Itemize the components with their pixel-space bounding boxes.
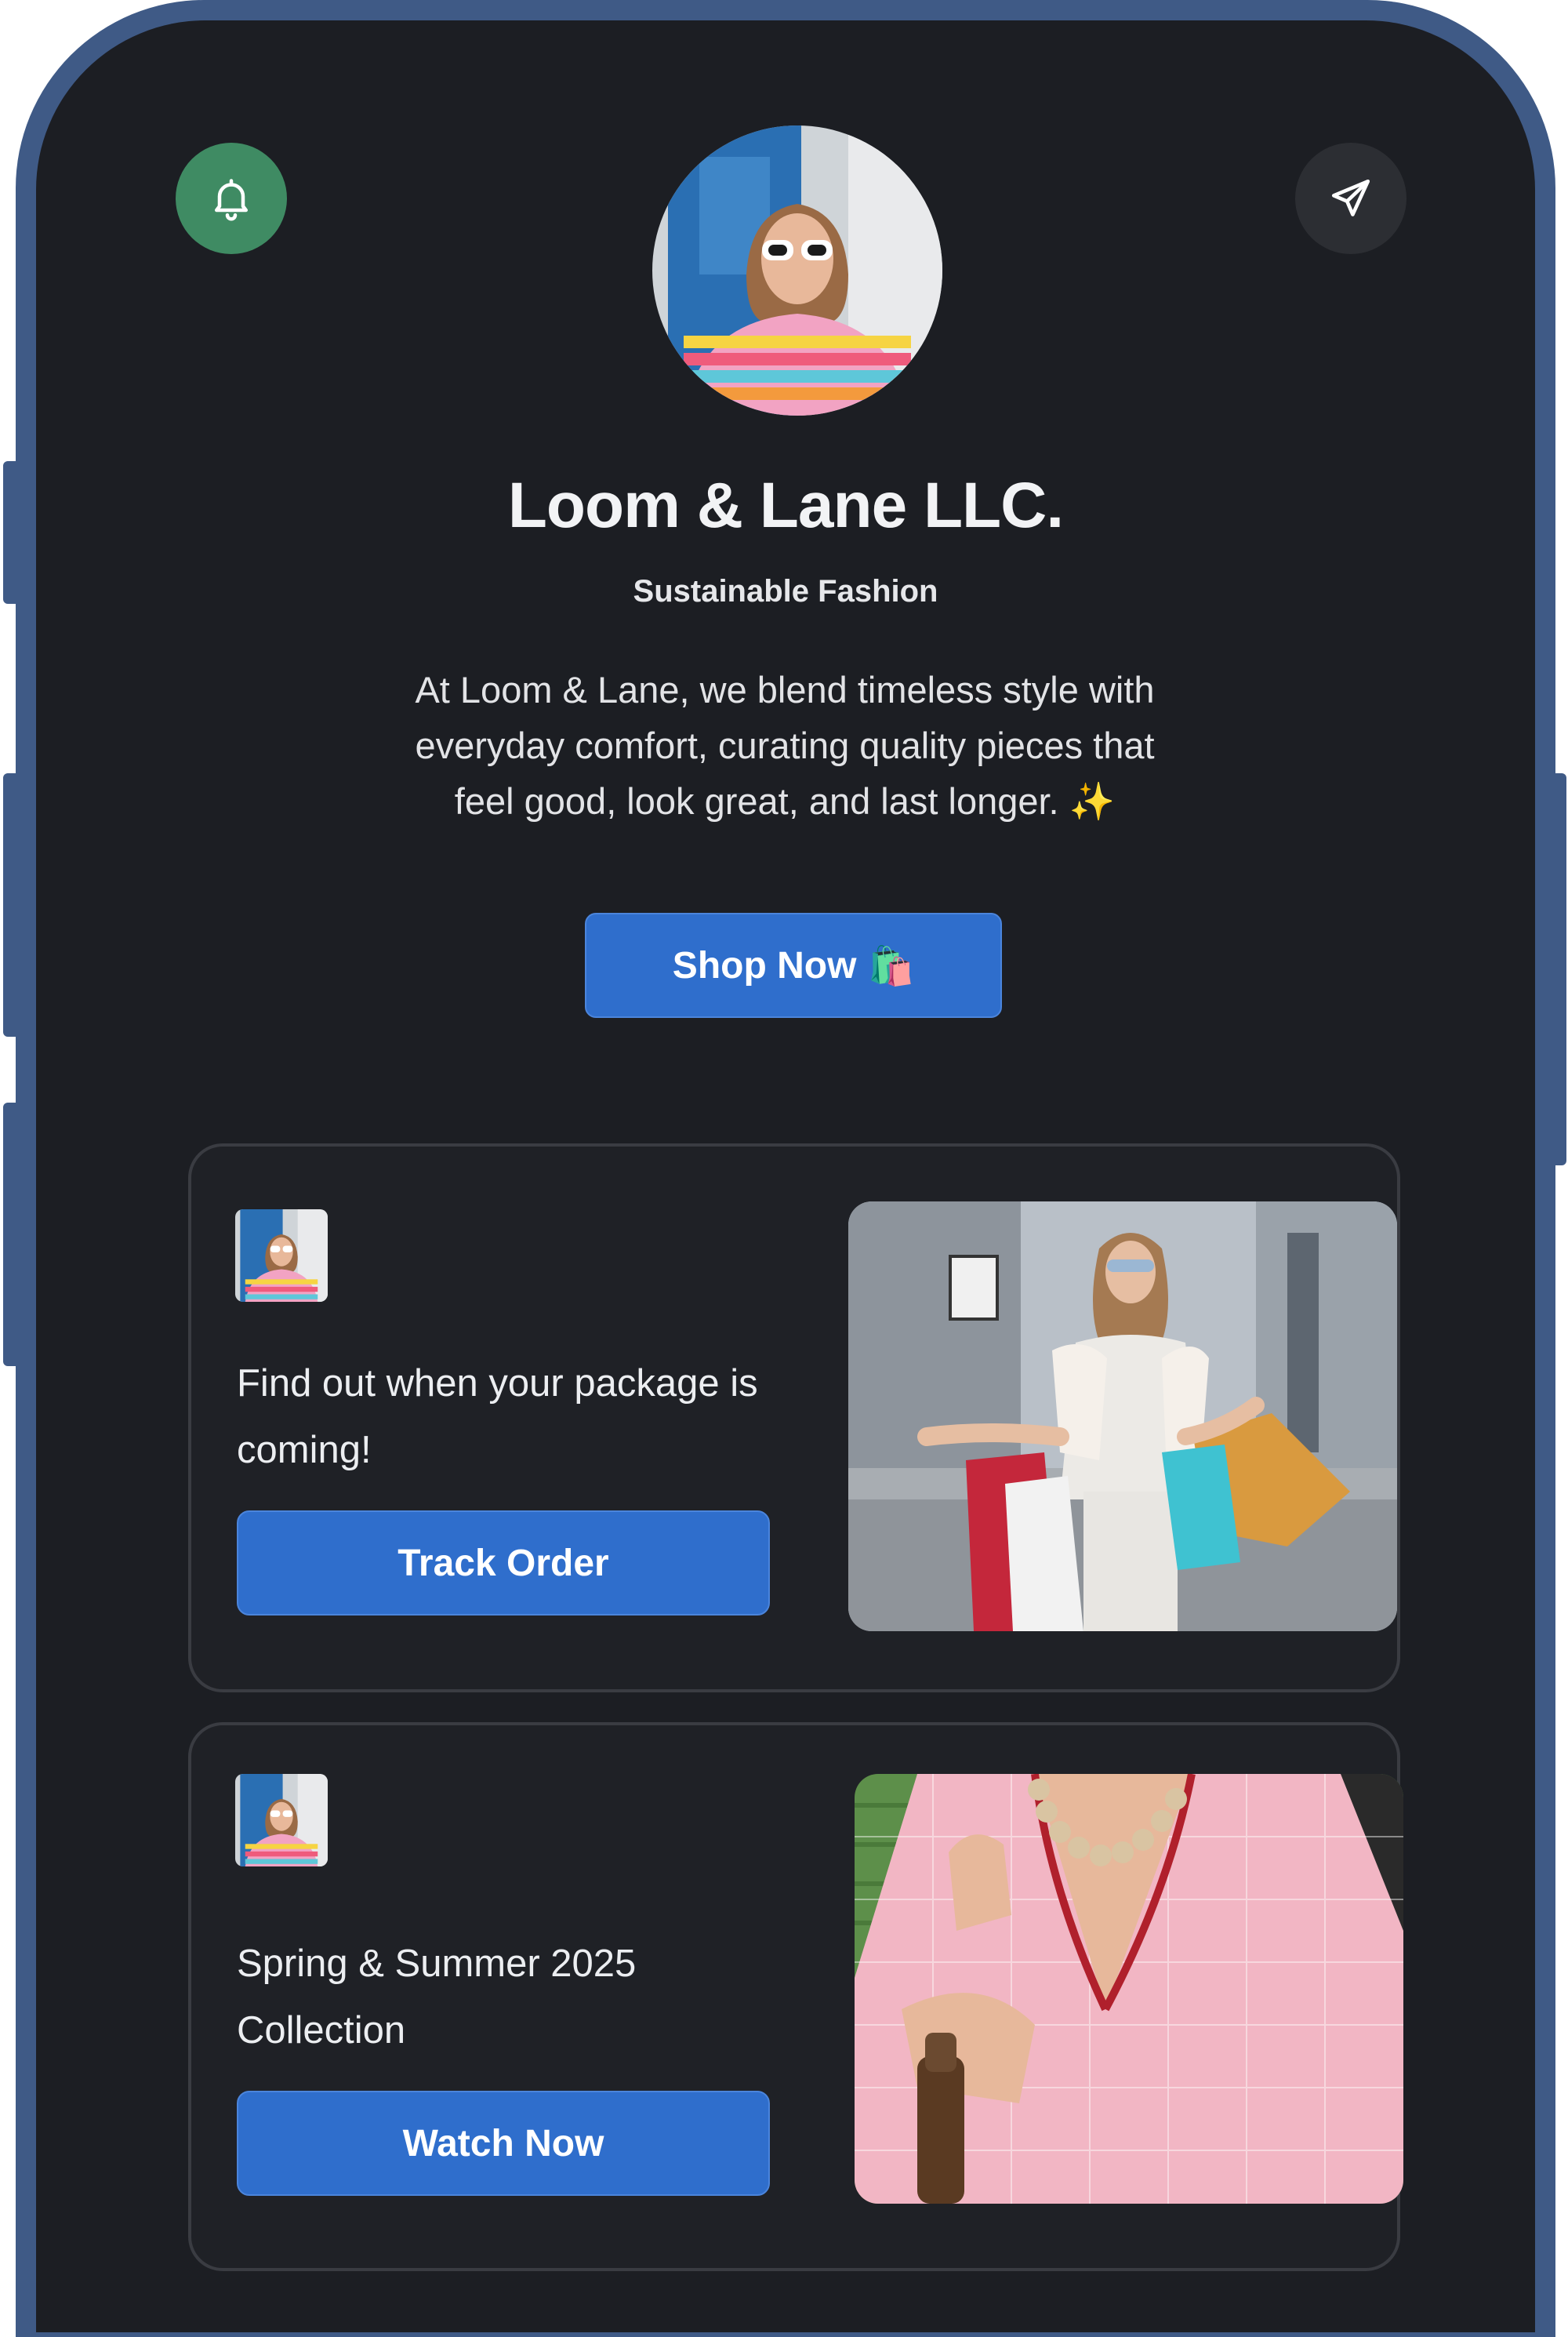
watch-now-button[interactable]: Watch Now xyxy=(237,2091,770,2196)
thumbnail-photo xyxy=(235,1209,328,1302)
company-tagline: Sustainable Fashion xyxy=(633,574,938,609)
shopping-bags-photo xyxy=(848,1201,1397,1631)
bell-icon xyxy=(215,179,248,221)
avatar-photo xyxy=(652,125,942,416)
card-description: Spring & Summer 2025 Collection xyxy=(237,1943,637,2052)
card-avatar-thumbnail xyxy=(235,1209,328,1302)
company-bio: At Loom & Lane, we blend timeless style … xyxy=(415,669,1155,822)
card-avatar-thumbnail xyxy=(235,1774,328,1866)
profile-avatar xyxy=(652,125,942,416)
shop-now-button[interactable]: Shop Now 🛍️ xyxy=(585,913,1002,1018)
card-image xyxy=(848,1201,1397,1631)
track-order-button[interactable]: Track Order xyxy=(237,1510,770,1616)
shop-now-label: Shop Now xyxy=(672,944,857,987)
track-order-card: Find out when your package is coming! Tr… xyxy=(188,1143,1400,1692)
phone-screen: Loom & Lane LLC. Sustainable Fashion At … xyxy=(36,20,1535,2332)
share-button[interactable] xyxy=(1295,143,1406,254)
send-icon xyxy=(1331,179,1370,216)
company-name: Loom & Lane LLC. xyxy=(507,470,1064,541)
card-image xyxy=(855,1774,1403,2204)
card-description: Find out when your package is coming! xyxy=(237,1362,758,1471)
notifications-button[interactable] xyxy=(176,143,287,254)
pink-blouse-photo xyxy=(855,1774,1403,2204)
shopping-bags-icon: 🛍️ xyxy=(867,945,915,987)
collection-card: Spring & Summer 2025 Collection Watch No… xyxy=(188,1722,1403,2271)
thumbnail-photo xyxy=(235,1774,328,1866)
